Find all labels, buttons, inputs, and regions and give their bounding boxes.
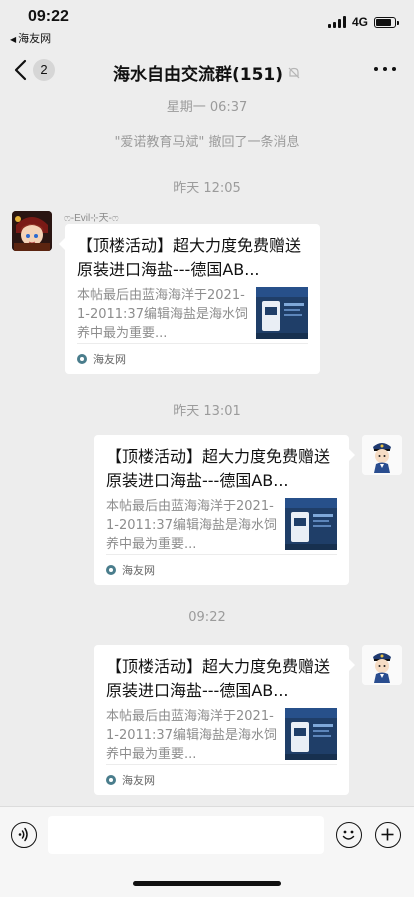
timestamp: 昨天 12:05 [173,181,241,196]
card-footer: 海友网 [77,343,308,374]
source-logo-icon [106,775,116,785]
card-title: 【顶楼活动】超大力度免费赠送原装进口海盐---德国AB... [106,657,331,700]
card-description: 本帖最后由蓝海海洋于2021-1-2011:37编辑海盐是海水饲养中最为重要..… [106,499,277,552]
more-dot-icon [374,67,378,71]
card-source: 海友网 [122,564,155,577]
police-avatar-icon [362,435,402,475]
chat-title: 海水自由交流群(151) [112,65,284,85]
timestamp: 09:22 [188,610,226,625]
more-dot-icon [383,67,387,71]
signal-icon [327,16,346,28]
source-logo-icon [106,565,116,575]
chat-title-row[interactable]: 海水自由交流群(151) [0,60,414,85]
timestamp: 昨天 13:01 [173,404,241,419]
card-description: 本帖最后由蓝海海洋于2021-1-2011:37编辑海盐是海水饲养中最为重要..… [77,288,248,341]
voice-button[interactable] [11,822,37,848]
my-avatar[interactable] [362,645,402,685]
product-image-icon [285,498,337,550]
card-footer: 海友网 [106,764,337,795]
anime-avatar-icon [12,211,52,251]
link-card[interactable]: 【顶楼活动】超大力度免费赠送原装进口海盐---德国AB... 本帖最后由蓝海海洋… [59,224,320,374]
card-description: 本帖最后由蓝海海洋于2021-1-2011:37编辑海盐是海水饲养中最为重要..… [106,709,277,762]
card-title: 【顶楼活动】超大力度免费赠送原装进口海盐---德国AB... [106,447,331,490]
back-triangle-icon: ◀ [10,35,17,44]
battery-icon [374,16,399,28]
card-body: 本帖最后由蓝海海洋于2021-1-2011:37编辑海盐是海水饲养中最为重要..… [106,707,337,767]
recall-notice: "爱诺教育马斌" 撤回了一条消息 [114,135,300,150]
network-type: 4G [351,15,368,29]
chat-header: 2 海水自由交流群(151) [0,48,414,94]
message-input[interactable] [48,816,324,854]
card-source: 海友网 [122,774,155,787]
card-body: 本帖最后由蓝海海洋于2021-1-2011:37编辑海盐是海水饲养中最为重要..… [106,497,337,557]
emoji-button[interactable] [336,822,362,848]
card-footer: 海友网 [106,554,337,585]
product-image-icon [285,708,337,760]
back-to-app-link[interactable]: ◀ 海友网 [10,30,51,46]
more-options-button[interactable] [374,62,396,76]
card-title: 【顶楼活动】超大力度免费赠送原装进口海盐---德国AB... [77,236,302,279]
status-time: 09:22 [28,8,69,25]
link-card[interactable]: 【顶楼活动】超大力度免费赠送原装进口海盐---德国AB... 本帖最后由蓝海海洋… [94,645,355,795]
card-thumbnail [256,287,308,339]
emoji-icon [342,830,355,840]
voice-icon [18,827,28,842]
card-source: 海友网 [93,353,126,366]
status-bar: 09:22 ◀ 海友网 4G [0,0,414,46]
more-actions-button[interactable] [375,822,401,848]
more-dot-icon [392,67,396,71]
card-thumbnail [285,708,337,760]
back-app-label: 海友网 [18,33,52,45]
battery-level [376,18,392,26]
link-card[interactable]: 【顶楼活动】超大力度免费赠送原装进口海盐---德国AB... 本帖最后由蓝海海洋… [94,435,355,585]
sender-name: ෆ-Evil⊹天-ෆ [64,213,119,224]
police-avatar-icon [362,645,402,685]
home-indicator[interactable] [133,881,281,886]
card-thumbnail [285,498,337,550]
status-indicators: 4G [327,14,399,30]
my-avatar[interactable] [362,435,402,475]
timestamp: 星期一 06:37 [166,100,248,115]
source-logo-icon [77,354,87,364]
bell-muted-icon [287,65,301,85]
sender-avatar[interactable] [12,211,52,251]
card-body: 本帖最后由蓝海海洋于2021-1-2011:37编辑海盐是海水饲养中最为重要..… [77,286,308,346]
plus-icon [381,828,394,841]
product-image-icon [256,287,308,339]
